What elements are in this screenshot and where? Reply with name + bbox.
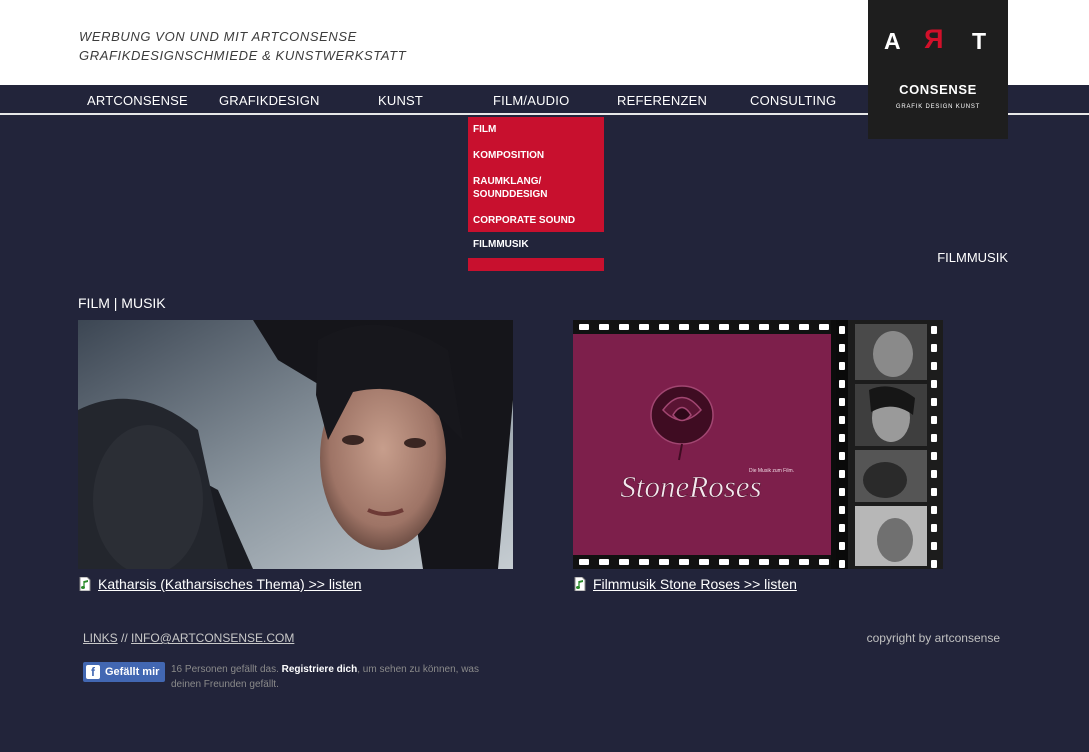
katharsis-image [78, 320, 513, 569]
breadcrumb: FILMMUSIK [937, 250, 1008, 265]
track-katharsis: Katharsis (Katharsisches Thema) >> liste… [79, 576, 362, 592]
katharsis-listen-link[interactable]: Katharsis (Katharsisches Thema) >> liste… [98, 576, 362, 592]
track-stone-roses: Filmmusik Stone Roses >> listen [574, 576, 797, 592]
logo-letter-r: R [924, 24, 944, 54]
stone-roses-title: StoneRoses [620, 469, 761, 504]
nav-item-film-audio[interactable]: FILM/AUDIO [493, 93, 569, 108]
stone-roses-listen-link[interactable]: Filmmusik Stone Roses >> listen [593, 576, 797, 592]
logo-name: CONSENSE [899, 82, 977, 97]
facebook-like-text: 16 Personen gefällt das. Registriere dic… [171, 662, 511, 692]
nav-item-grafikdesign[interactable]: GRAFIKDESIGN [219, 93, 320, 108]
section-title: FILM | MUSIK [78, 295, 166, 311]
facebook-count-text: 16 Personen gefällt das. [171, 664, 279, 675]
dropdown-item-corporate-sound[interactable]: CORPORATE SOUND [468, 210, 604, 231]
dropdown-bottom-bar [468, 258, 604, 271]
facebook-like-label: Gefällt mir [105, 666, 160, 678]
music-file-icon [79, 577, 91, 591]
dropdown-item-filmmusik[interactable]: FILMMUSIK [468, 232, 604, 258]
facebook-icon: f [86, 665, 100, 679]
logo-letter-a: A [884, 28, 901, 54]
artconsense-logo[interactable]: A R T CONSENSE GRAFIK DESIGN KUNST [868, 0, 1008, 139]
logo-letter-t: T [972, 28, 987, 54]
nav-item-consulting[interactable]: CONSULTING [750, 93, 836, 108]
logo-subtitle: GRAFIK DESIGN KUNST [895, 104, 981, 110]
copyright: copyright by artconsense [866, 631, 1000, 645]
dropdown-item-film[interactable]: FILM [468, 119, 604, 140]
footer-links: LINKS // INFO@ARTCONSENSE.COM [83, 631, 294, 645]
music-file-icon [574, 577, 586, 591]
film-audio-dropdown: FILM KOMPOSITION RAUMKLANG/ SOUNDDESIGN … [468, 117, 604, 271]
stone-roses-image: StoneRoses Die Musik zum Film. [573, 320, 943, 569]
stone-roses-cover[interactable]: StoneRoses Die Musik zum Film. [573, 320, 943, 569]
links-link[interactable]: LINKS [83, 631, 118, 645]
tagline-line2: GRAFIKDESIGNSCHMIEDE & KUNSTWERKSTATT [79, 48, 407, 63]
katharsis-film-still[interactable] [78, 320, 513, 569]
tagline-line1: WERBUNG VON UND MIT ARTCONSENSE [79, 29, 357, 44]
email-link[interactable]: INFO@ARTCONSENSE.COM [131, 631, 294, 645]
facebook-register-link[interactable]: Registriere dich [282, 664, 358, 675]
facebook-like-button[interactable]: f Gefällt mir [83, 662, 165, 682]
nav-item-referenzen[interactable]: REFERENZEN [617, 93, 707, 108]
footer-separator: // [121, 631, 128, 645]
nav-item-kunst[interactable]: KUNST [378, 93, 423, 108]
dropdown-item-komposition[interactable]: KOMPOSITION [468, 145, 604, 166]
nav-item-artconsense[interactable]: ARTCONSENSE [87, 93, 188, 108]
stone-roses-caption: Die Musik zum Film. [749, 468, 794, 474]
dropdown-item-raumklang[interactable]: RAUMKLANG/ SOUNDDESIGN [468, 171, 578, 205]
